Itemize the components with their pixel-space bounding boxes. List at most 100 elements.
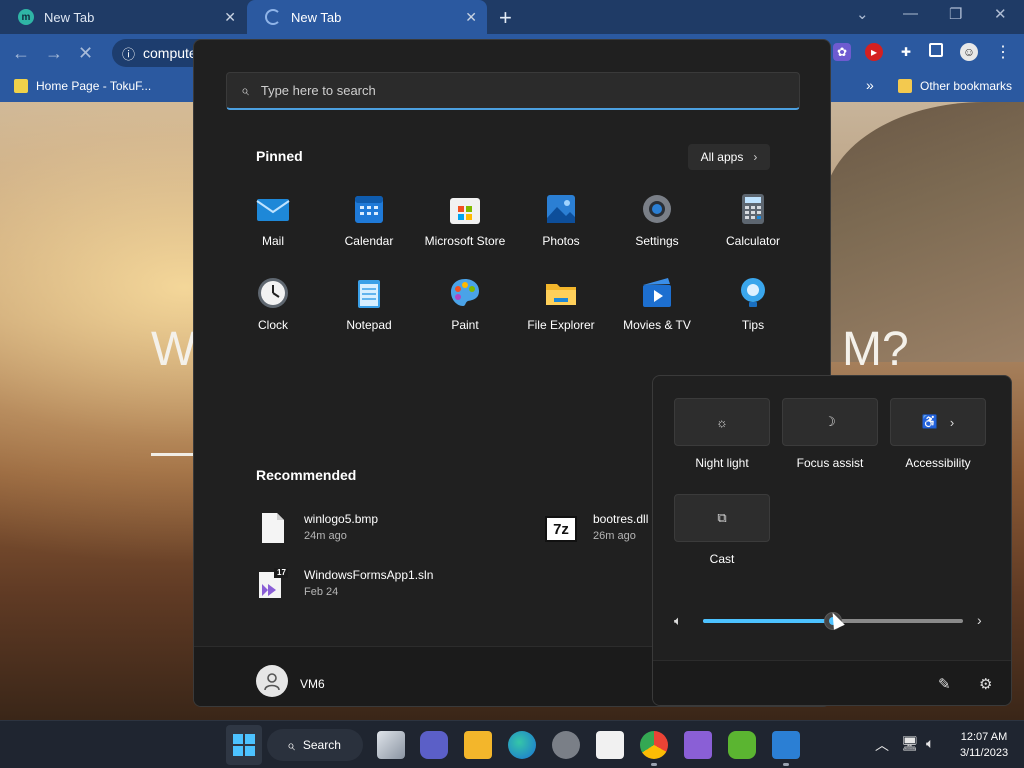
pinned-app-notepad[interactable]: Notepad [321,276,417,346]
more-bookmarks-chevron[interactable]: » [866,77,874,93]
7zip-icon-text: 7z [553,520,569,538]
pinned-app-settings[interactable]: Settings [609,192,705,262]
focus-assist-toggle[interactable]: ☽ [782,398,878,446]
pinned-app-paint[interactable]: Paint [417,276,513,346]
visual-studio-icon[interactable] [684,731,712,759]
app-label: Settings [635,234,679,248]
tile-label: Accessibility [905,456,971,470]
taskbar-clock[interactable]: 12:07 AM 3/11/2023 [956,729,1012,761]
chevron-right-icon[interactable]: › [977,612,982,628]
edge-icon[interactable] [508,731,536,759]
bookmark-label: Other bookmarks [920,79,1013,93]
visual-studio-solution-icon: 17 [258,568,288,600]
info-icon[interactable]: ⓘ [122,44,135,63]
night-light-toggle[interactable]: ☼ [674,398,770,446]
tab-new-tab-1[interactable]: m New Tab ✕ [0,0,246,34]
user-name[interactable]: VM6 [300,677,325,691]
window-close-icon[interactable]: ✕ [994,5,1007,23]
recommended-time: 26m ago [593,530,636,542]
close-icon[interactable]: ✕ [224,9,236,26]
brightness-icon: ☼ [716,414,728,430]
close-icon[interactable]: ✕ [465,9,477,26]
app-label: Calendar [344,234,394,248]
pinned-app-mail[interactable]: Mail [225,192,321,262]
extension-icon[interactable]: ✿ [833,43,851,61]
windows-logo-icon [233,734,255,756]
all-apps-button[interactable]: All apps › [688,144,770,170]
puzzle-icon[interactable]: ✚ [897,43,915,61]
volume-icon[interactable]: 🔈︎ [926,735,934,752]
youtube-extension-icon[interactable]: ▸ [865,43,883,61]
game-app-icon[interactable] [728,731,756,759]
store-icon[interactable] [596,731,624,759]
speaker-icon[interactable]: 🔈︎ [674,613,682,629]
app-label: Tips [741,318,765,332]
back-arrow-icon[interactable]: ← [12,43,30,64]
task-view-icon[interactable] [377,731,405,759]
pinned-app-tips[interactable]: Tips [705,276,801,346]
quick-settings-footer: ✎ ⚙ [653,660,1011,705]
taskbar-search-button[interactable]: ⌕ Search [267,729,363,761]
moon-icon: ☽ [824,414,836,429]
new-tab-plus-icon[interactable]: + [499,5,512,31]
photos-icon [544,192,578,226]
app-label: Paint [451,318,479,332]
pinned-app-calendar[interactable]: Calendar [321,192,417,262]
search-icon: ⌕ [241,82,249,98]
start-button[interactable] [226,725,262,765]
recommended-title: Recommended [256,467,357,483]
tile-label: Focus assist [796,456,864,470]
pinned-app-clock[interactable]: Clock [225,276,321,346]
bookmark-home-page[interactable]: Home Page - TokuF... [14,79,151,93]
app-label: Microsoft Store [424,234,506,248]
recommended-time: 24m ago [304,530,347,542]
tab-new-tab-2[interactable]: New Tab ✕ [247,0,487,34]
chevron-right-icon: › [753,150,758,164]
restore-icon[interactable]: ❐ [949,5,962,23]
store-icon [448,192,482,226]
recommended-item[interactable]: 7z bootres.dll 26m ago [545,512,648,542]
quick-settings-panel: ☼ Night light ☽ Focus assist ♿ › Accessi… [652,375,1012,706]
pinned-app-microsoft-store[interactable]: Microsoft Store [417,192,513,262]
taskbar: ⌕ Search ︿ 🖥︎ 🔈︎ 12:07 AM 3/11/2023 [0,720,1024,768]
pinned-app-file-explorer[interactable]: File Explorer [513,276,609,346]
chrome-icon[interactable] [640,731,668,759]
network-icon[interactable]: 🖥︎ [901,735,919,752]
photos-icon[interactable] [772,731,800,759]
movies-icon [640,276,674,310]
settings-icon[interactable] [552,731,580,759]
settings-gear-icon [640,192,674,226]
file-explorer-icon[interactable] [464,731,492,759]
pinned-app-calculator[interactable]: Calculator [705,192,801,262]
pinned-app-photos[interactable]: Photos [513,192,609,262]
browser-tab-strip: m New Tab ✕ New Tab ✕ + ⌄ — ❐ ✕ [0,0,1024,34]
side-panel-icon[interactable] [929,43,943,57]
tile-label: Cast [709,552,735,566]
recommended-name: WindowsFormsApp1.sln [304,568,434,582]
cast-button[interactable]: ⧉ [674,494,770,542]
minimize-icon[interactable]: — [903,5,918,22]
bookmark-other-bookmarks[interactable]: Other bookmarks [898,79,1012,93]
folder-icon [544,276,578,310]
running-indicator [651,763,657,766]
forward-arrow-icon[interactable]: → [45,43,63,64]
edit-pencil-icon[interactable]: ✎ [938,675,951,693]
teams-chat-icon[interactable] [420,731,448,759]
show-hidden-icons-chevron[interactable]: ︿ [875,735,889,755]
clock-time: 12:07 AM [960,731,1008,743]
accessibility-toggle[interactable]: ♿ › [890,398,986,446]
user-avatar[interactable] [256,665,288,697]
pinned-app-movies-tv[interactable]: Movies & TV [609,276,705,346]
menu-dots-icon[interactable]: ⋮ [994,43,1012,61]
solution-version-text: 17 [277,568,286,577]
recommended-item[interactable]: 17 WindowsFormsApp1.sln Feb 24 [258,568,433,600]
start-search-box[interactable]: ⌕ [226,72,800,110]
stop-loading-icon[interactable]: ✕ [78,43,93,64]
app-label: Clock [257,318,288,332]
start-search-input[interactable] [260,83,761,98]
tab-search-chevron-icon[interactable]: ⌄ [856,5,869,23]
gear-icon[interactable]: ⚙ [979,675,992,693]
profile-avatar-icon[interactable]: ☺ [960,43,978,61]
recommended-item[interactable]: winlogo5.bmp 24m ago [260,512,378,544]
7zip-icon: 7z [545,516,577,542]
